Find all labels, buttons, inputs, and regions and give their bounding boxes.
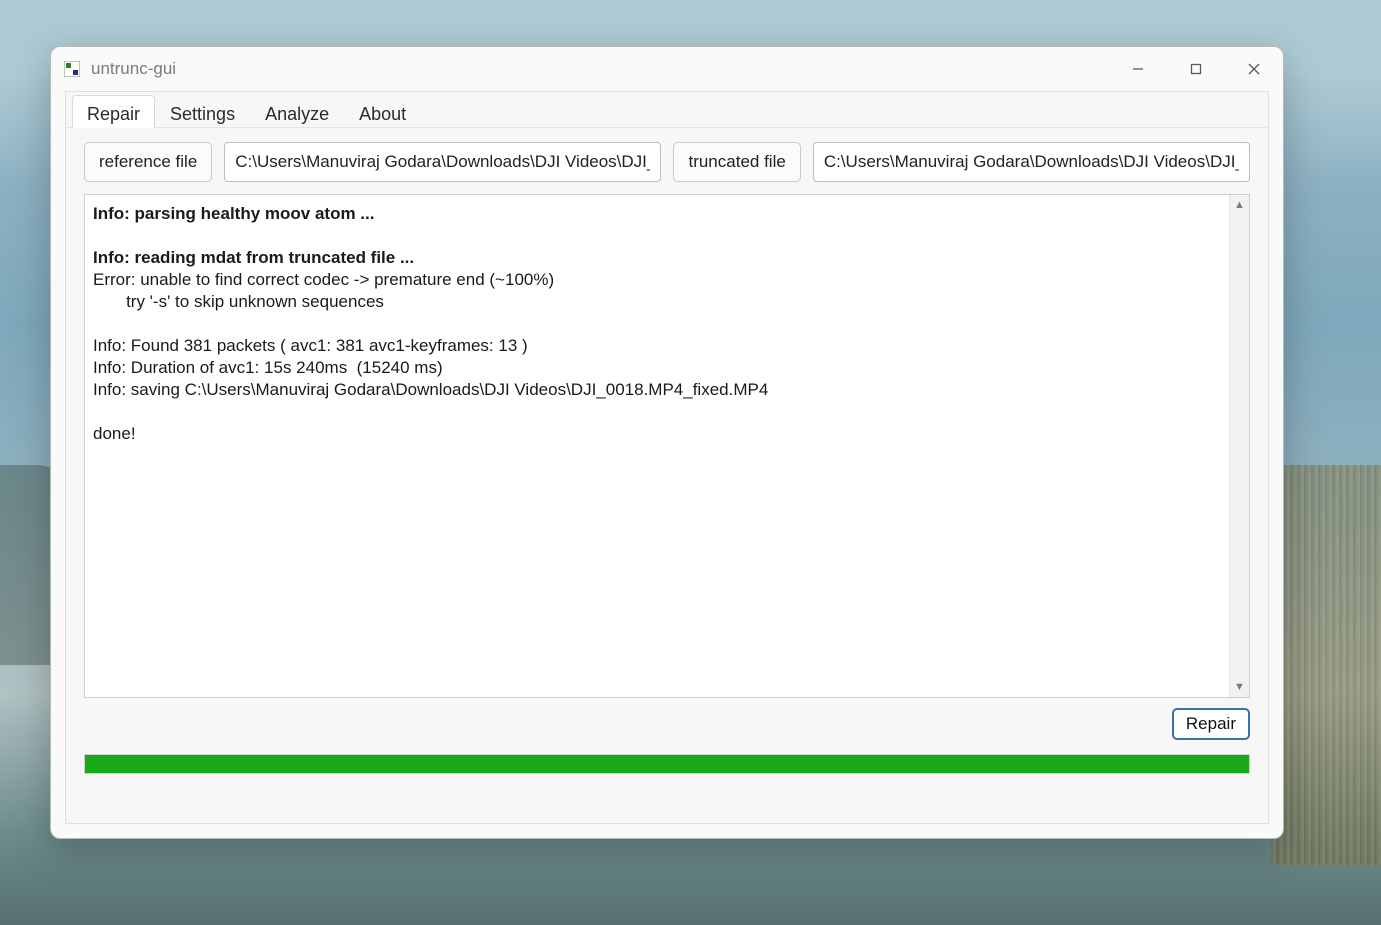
titlebar[interactable]: untrunc-gui: [51, 47, 1283, 91]
scroll-up-icon[interactable]: ▲: [1230, 195, 1249, 215]
log-line: done!: [93, 423, 1219, 445]
log-line: [93, 401, 1219, 423]
truncated-file-button[interactable]: truncated file: [673, 142, 800, 182]
app-icon: [63, 60, 81, 78]
tab-repair[interactable]: Repair: [72, 95, 155, 128]
close-button[interactable]: [1225, 49, 1283, 89]
progress-fill: [85, 755, 1249, 773]
repair-button[interactable]: Repair: [1172, 708, 1250, 740]
wallpaper-grass: [1271, 465, 1381, 865]
log-line: Info: reading mdat from truncated file .…: [93, 247, 1219, 269]
window-controls: [1109, 49, 1283, 89]
file-row: reference file truncated file: [66, 128, 1268, 190]
action-row: Repair: [66, 698, 1268, 740]
truncated-file-input[interactable]: [813, 142, 1250, 182]
app-window: untrunc-gui Repair Settings Analyze Abou…: [50, 46, 1284, 839]
tab-analyze[interactable]: Analyze: [250, 95, 344, 128]
log-line: Info: saving C:\Users\Manuviraj Godara\D…: [93, 379, 1219, 401]
minimize-button[interactable]: [1109, 49, 1167, 89]
log-line: Info: parsing healthy moov atom ...: [93, 203, 1219, 225]
log-line: [93, 313, 1219, 335]
log-panel: Info: parsing healthy moov atom ... Info…: [84, 194, 1250, 698]
log-line: Error: unable to find correct codec -> p…: [93, 269, 1219, 291]
tab-about[interactable]: About: [344, 95, 421, 128]
maximize-button[interactable]: [1167, 49, 1225, 89]
log-scrollbar[interactable]: ▲ ▼: [1229, 195, 1249, 697]
scroll-down-icon[interactable]: ▼: [1230, 677, 1249, 697]
log-output[interactable]: Info: parsing healthy moov atom ... Info…: [85, 195, 1229, 697]
progress-bar: [84, 754, 1250, 774]
reference-file-input[interactable]: [224, 142, 661, 182]
log-line: Info: Duration of avc1: 15s 240ms (15240…: [93, 357, 1219, 379]
log-line: try '-s' to skip unknown sequences: [93, 291, 1219, 313]
log-line: [93, 225, 1219, 247]
tab-bar: Repair Settings Analyze About: [66, 94, 1268, 128]
client-area: Repair Settings Analyze About reference …: [65, 91, 1269, 824]
window-title: untrunc-gui: [91, 59, 176, 79]
reference-file-button[interactable]: reference file: [84, 142, 212, 182]
log-line: Info: Found 381 packets ( avc1: 381 avc1…: [93, 335, 1219, 357]
tab-settings[interactable]: Settings: [155, 95, 250, 128]
